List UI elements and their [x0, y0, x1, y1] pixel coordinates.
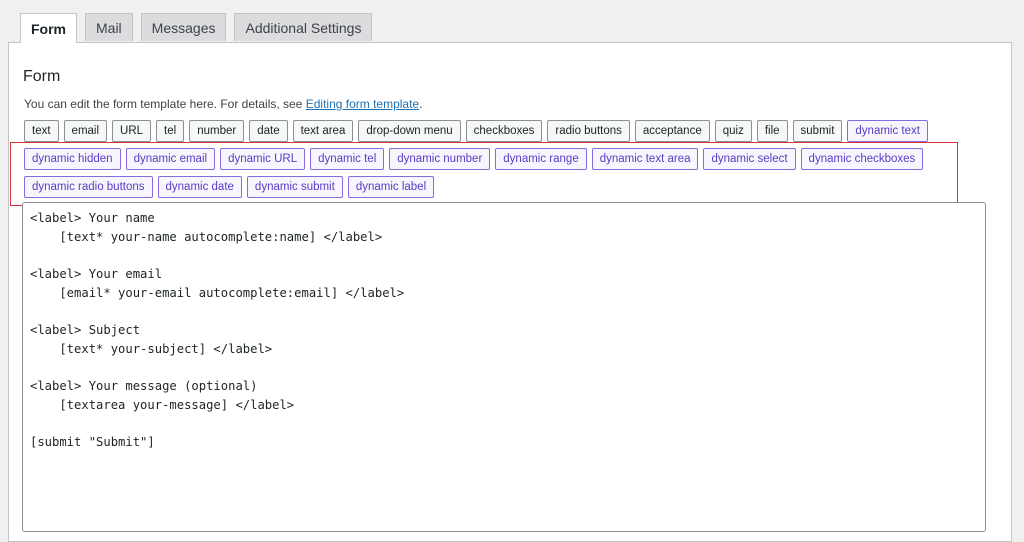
tag-button-quiz[interactable]: quiz [714, 120, 752, 142]
tag-button-drop-down-menu[interactable]: drop-down menu [358, 120, 461, 142]
tag-button-text-area[interactable]: text area [292, 120, 354, 142]
tag-button-dynamic-text-area[interactable]: dynamic text area [591, 148, 699, 170]
tag-button-dynamic-submit[interactable]: dynamic submit [246, 176, 343, 198]
tab-form[interactable]: Form [20, 13, 77, 43]
tag-button-radio-buttons[interactable]: radio buttons [547, 120, 630, 142]
tag-button-email[interactable]: email [63, 120, 108, 142]
tag-button-url[interactable]: URL [112, 120, 152, 142]
tag-button-checkboxes[interactable]: checkboxes [465, 120, 543, 142]
tag-button-dynamic-checkboxes[interactable]: dynamic checkboxes [800, 148, 924, 170]
tag-button-file[interactable]: file [756, 120, 788, 142]
tag-button-dynamic-email[interactable]: dynamic email [125, 148, 216, 170]
tag-button-dynamic-date[interactable]: dynamic date [157, 176, 242, 198]
tag-button-dynamic-select[interactable]: dynamic select [703, 148, 796, 170]
tag-button-dynamic-label[interactable]: dynamic label [347, 176, 435, 198]
tab-mail[interactable]: Mail [85, 13, 133, 41]
tag-button-dynamic-number[interactable]: dynamic number [389, 148, 491, 170]
tag-button-dynamic-url[interactable]: dynamic URL [220, 148, 306, 170]
panel-title: Form [23, 68, 61, 85]
tag-button-dynamic-tel[interactable]: dynamic tel [310, 148, 385, 170]
tag-button-dynamic-range[interactable]: dynamic range [495, 148, 587, 170]
description-suffix: . [419, 97, 423, 111]
tag-button-tel[interactable]: tel [156, 120, 185, 142]
tag-button-dynamic-radio-buttons[interactable]: dynamic radio buttons [24, 176, 153, 198]
tag-button-dynamic-text[interactable]: dynamic text [847, 120, 928, 142]
editing-form-template-link[interactable]: Editing form template [306, 97, 419, 111]
tag-button-number[interactable]: number [189, 120, 245, 142]
tag-button-date[interactable]: date [249, 120, 288, 142]
tag-generator-row-1: text email URL tel number date text area drop-d… [24, 120, 928, 142]
tag-generator-row-2: dynamic hidden dynamic email dynamic URL dy… [24, 148, 924, 170]
tag-button-text[interactable]: text [24, 120, 59, 142]
editor-tabs: Form Mail Messages Additional Settings [20, 13, 373, 43]
description-text: You can edit the form template here. For… [24, 97, 306, 111]
tag-button-acceptance[interactable]: acceptance [634, 120, 710, 142]
tab-additional-settings[interactable]: Additional Settings [234, 13, 373, 41]
tab-messages[interactable]: Messages [140, 13, 227, 41]
form-template-editor[interactable]: <label> Your name [text* your-name autoc… [22, 202, 986, 532]
panel-description: You can edit the form template here. For… [24, 97, 422, 111]
tag-button-submit[interactable]: submit [792, 120, 843, 142]
tag-button-dynamic-hidden[interactable]: dynamic hidden [24, 148, 121, 170]
tag-generator-row-3: dynamic radio buttons dynamic date dynamic… [24, 176, 435, 198]
